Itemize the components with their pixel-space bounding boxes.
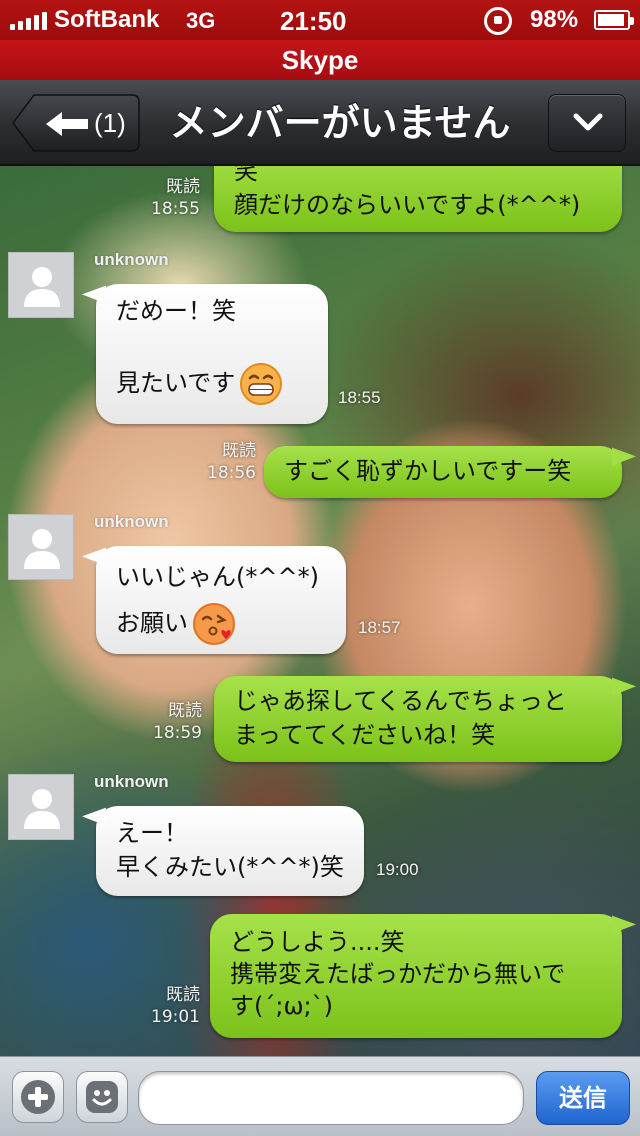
avatar[interactable] <box>8 514 74 580</box>
message-time: 19:00 <box>376 860 419 879</box>
message-input-bar: 送信 <box>0 1056 640 1136</box>
message-line: すごく恥ずかしいですー笑 <box>284 457 572 485</box>
message-line: えー！ <box>116 819 188 847</box>
sender-name: unknown <box>94 250 169 269</box>
message-line: だめー！笑 <box>116 297 236 325</box>
message-line: まっててくださいね！笑 <box>234 721 496 749</box>
message-line: す(´;ω;`) <box>230 992 333 1020</box>
message-meta: 既読 18:56 <box>196 440 256 484</box>
message-line: 携帯変えたばっかだから無いで <box>230 960 566 988</box>
message-time: 18:59 <box>153 723 202 743</box>
message-line: 顔だけのならいいですよ(*^^*) <box>234 191 581 219</box>
default-avatar-icon <box>24 529 60 569</box>
smiley-icon <box>86 1081 118 1113</box>
outgoing-message[interactable]: じゃあ探してくるんでちょっと まっててくださいね！笑 <box>214 676 622 762</box>
message-line: 笑 <box>234 166 258 185</box>
message-line: どうしよう....笑 <box>230 928 405 956</box>
message-line: じゃあ探してくるんでちょっと <box>234 687 567 715</box>
read-status: 既読 <box>166 177 200 197</box>
read-status: 既読 <box>168 701 202 721</box>
conversation-menu-button[interactable] <box>548 94 626 152</box>
message-time: 18:57 <box>358 618 401 637</box>
carrier-name: SoftBank <box>54 6 160 33</box>
message-text: お願い <box>116 609 188 637</box>
app-title: Skype <box>0 40 640 80</box>
sender-name: unknown <box>94 512 169 531</box>
back-unread-count: (1) <box>94 108 126 138</box>
outgoing-message[interactable]: どうしよう....笑 携帯変えたばっかだから無いで す(´;ω;`) <box>210 914 622 1038</box>
outgoing-message[interactable]: すごく恥ずかしいですー笑 <box>264 446 622 498</box>
message-input[interactable] <box>138 1071 524 1125</box>
message-meta: 既読 18:59 <box>142 700 202 744</box>
clock: 21:50 <box>280 6 347 36</box>
message-time: 18:55 <box>151 199 200 219</box>
send-button[interactable]: 送信 <box>536 1071 630 1125</box>
default-avatar-icon <box>24 267 60 307</box>
status-bar: SoftBank 3G 21:50 98% <box>0 0 640 40</box>
avatar[interactable] <box>8 252 74 318</box>
message-time: 18:55 <box>338 388 381 407</box>
avatar[interactable] <box>8 774 74 840</box>
message-line <box>116 328 308 362</box>
grinning-emoji <box>240 363 283 405</box>
message-meta: 既読 18:55 <box>140 176 200 220</box>
message-time: 19:01 <box>151 1007 200 1027</box>
back-arrow-icon <box>46 112 88 136</box>
message-time: 18:56 <box>207 463 256 483</box>
default-avatar-icon <box>24 789 60 829</box>
chevron-down-icon <box>573 113 603 131</box>
emoticon-button[interactable] <box>76 1071 128 1123</box>
message-line-with-emoji: お願い <box>116 602 326 646</box>
plus-icon <box>21 1080 55 1114</box>
back-button[interactable]: (1) <box>12 94 140 152</box>
conversation-title: メンバーがいません <box>169 101 511 145</box>
message-line: いいじゃん(*^^*) <box>116 563 319 591</box>
message-line-with-emoji: 見たいです <box>116 362 308 406</box>
outgoing-message[interactable]: 笑 顔だけのならいいですよ(*^^*) <box>214 166 622 232</box>
battery-icon <box>594 10 634 30</box>
kissing-emoji <box>193 603 235 645</box>
read-status: 既読 <box>222 441 256 461</box>
incoming-message[interactable]: えー！ 早くみたい(*^^*)笑 <box>96 806 364 896</box>
chat-area[interactable]: 既読 18:55 笑 顔だけのならいいですよ(*^^*) unknown だめー… <box>0 166 640 1056</box>
sender-name: unknown <box>94 772 169 791</box>
read-status: 既読 <box>166 985 200 1005</box>
rotation-lock-icon <box>484 7 512 35</box>
message-line: 早くみたい(*^^*)笑 <box>116 853 344 881</box>
attach-button[interactable] <box>12 1071 64 1123</box>
signal-icon <box>10 12 47 30</box>
message-meta: 既読 19:01 <box>140 984 200 1028</box>
incoming-message[interactable]: いいじゃん(*^^*) お願い <box>96 546 346 654</box>
network-type: 3G <box>186 8 216 33</box>
message-text: 見たいです <box>116 369 236 397</box>
navigation-bar: (1) メンバーがいません <box>0 80 640 166</box>
battery-percent: 98% <box>530 6 579 33</box>
incoming-message[interactable]: だめー！笑 見たいです <box>96 284 328 424</box>
